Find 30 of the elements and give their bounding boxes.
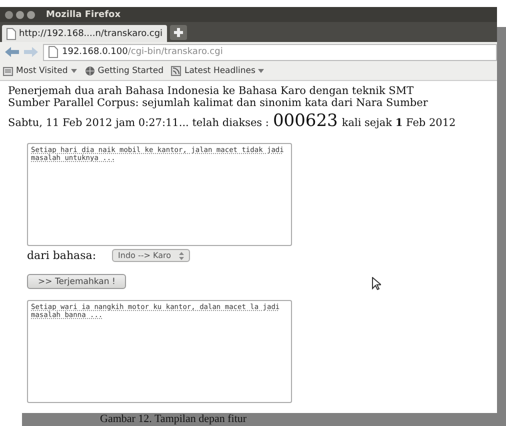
feed-icon <box>171 66 182 76</box>
bookmark-item[interactable]: Latest Headlines <box>171 66 264 76</box>
bookmark-item[interactable]: Most Visited <box>3 66 77 76</box>
up-down-arrows-icon <box>179 252 184 260</box>
globe-icon <box>84 66 95 76</box>
heading-text: Sumber Parallel Corpus: sejumlah kalimat dan sinonim kata dari Nara Sumber <box>8 97 429 109</box>
language-dropdown[interactable]: Indo --> Karo <box>112 249 190 262</box>
visit-counter: 000623 <box>272 111 338 131</box>
translate-button[interactable]: >> Terjemahkan ! <box>27 274 126 289</box>
page-icon <box>48 46 58 58</box>
since-text: kali sejak 1 Feb 2012 <box>342 117 456 129</box>
heading-text: Penerjemah dua arah Bahasa Indonesia ke Bahasa Karo dengan teknik SMT <box>8 85 415 97</box>
maximize-button[interactable] <box>27 10 35 18</box>
language-label: dari bahasa: <box>27 249 96 262</box>
page-icon <box>6 28 16 40</box>
caret-icon <box>70 69 77 73</box>
new-tab-button[interactable] <box>170 25 187 40</box>
mouse-pointer-icon <box>372 277 382 290</box>
browser-tab[interactable]: http://192.168....n/transkaro.cgi <box>2 25 167 42</box>
date-text: Sabtu, 11 Feb 2012 jam 0:27:11... telah diakses : <box>8 117 269 129</box>
folder-icon <box>3 66 13 76</box>
close-button[interactable] <box>5 10 13 18</box>
bookmark-item[interactable]: Getting Started <box>84 66 164 76</box>
window-title: Mozilla Firefox <box>46 10 121 20</box>
figure-caption: Gambar 12. Tampilan depan fitur <box>22 413 506 426</box>
caret-icon <box>258 69 264 73</box>
minimize-button[interactable] <box>16 10 24 18</box>
plus-icon <box>174 28 183 37</box>
address-bar[interactable]: 192.168.0.100/cgi-bin/transkaro.cgi <box>43 44 497 60</box>
back-button[interactable] <box>5 46 19 58</box>
